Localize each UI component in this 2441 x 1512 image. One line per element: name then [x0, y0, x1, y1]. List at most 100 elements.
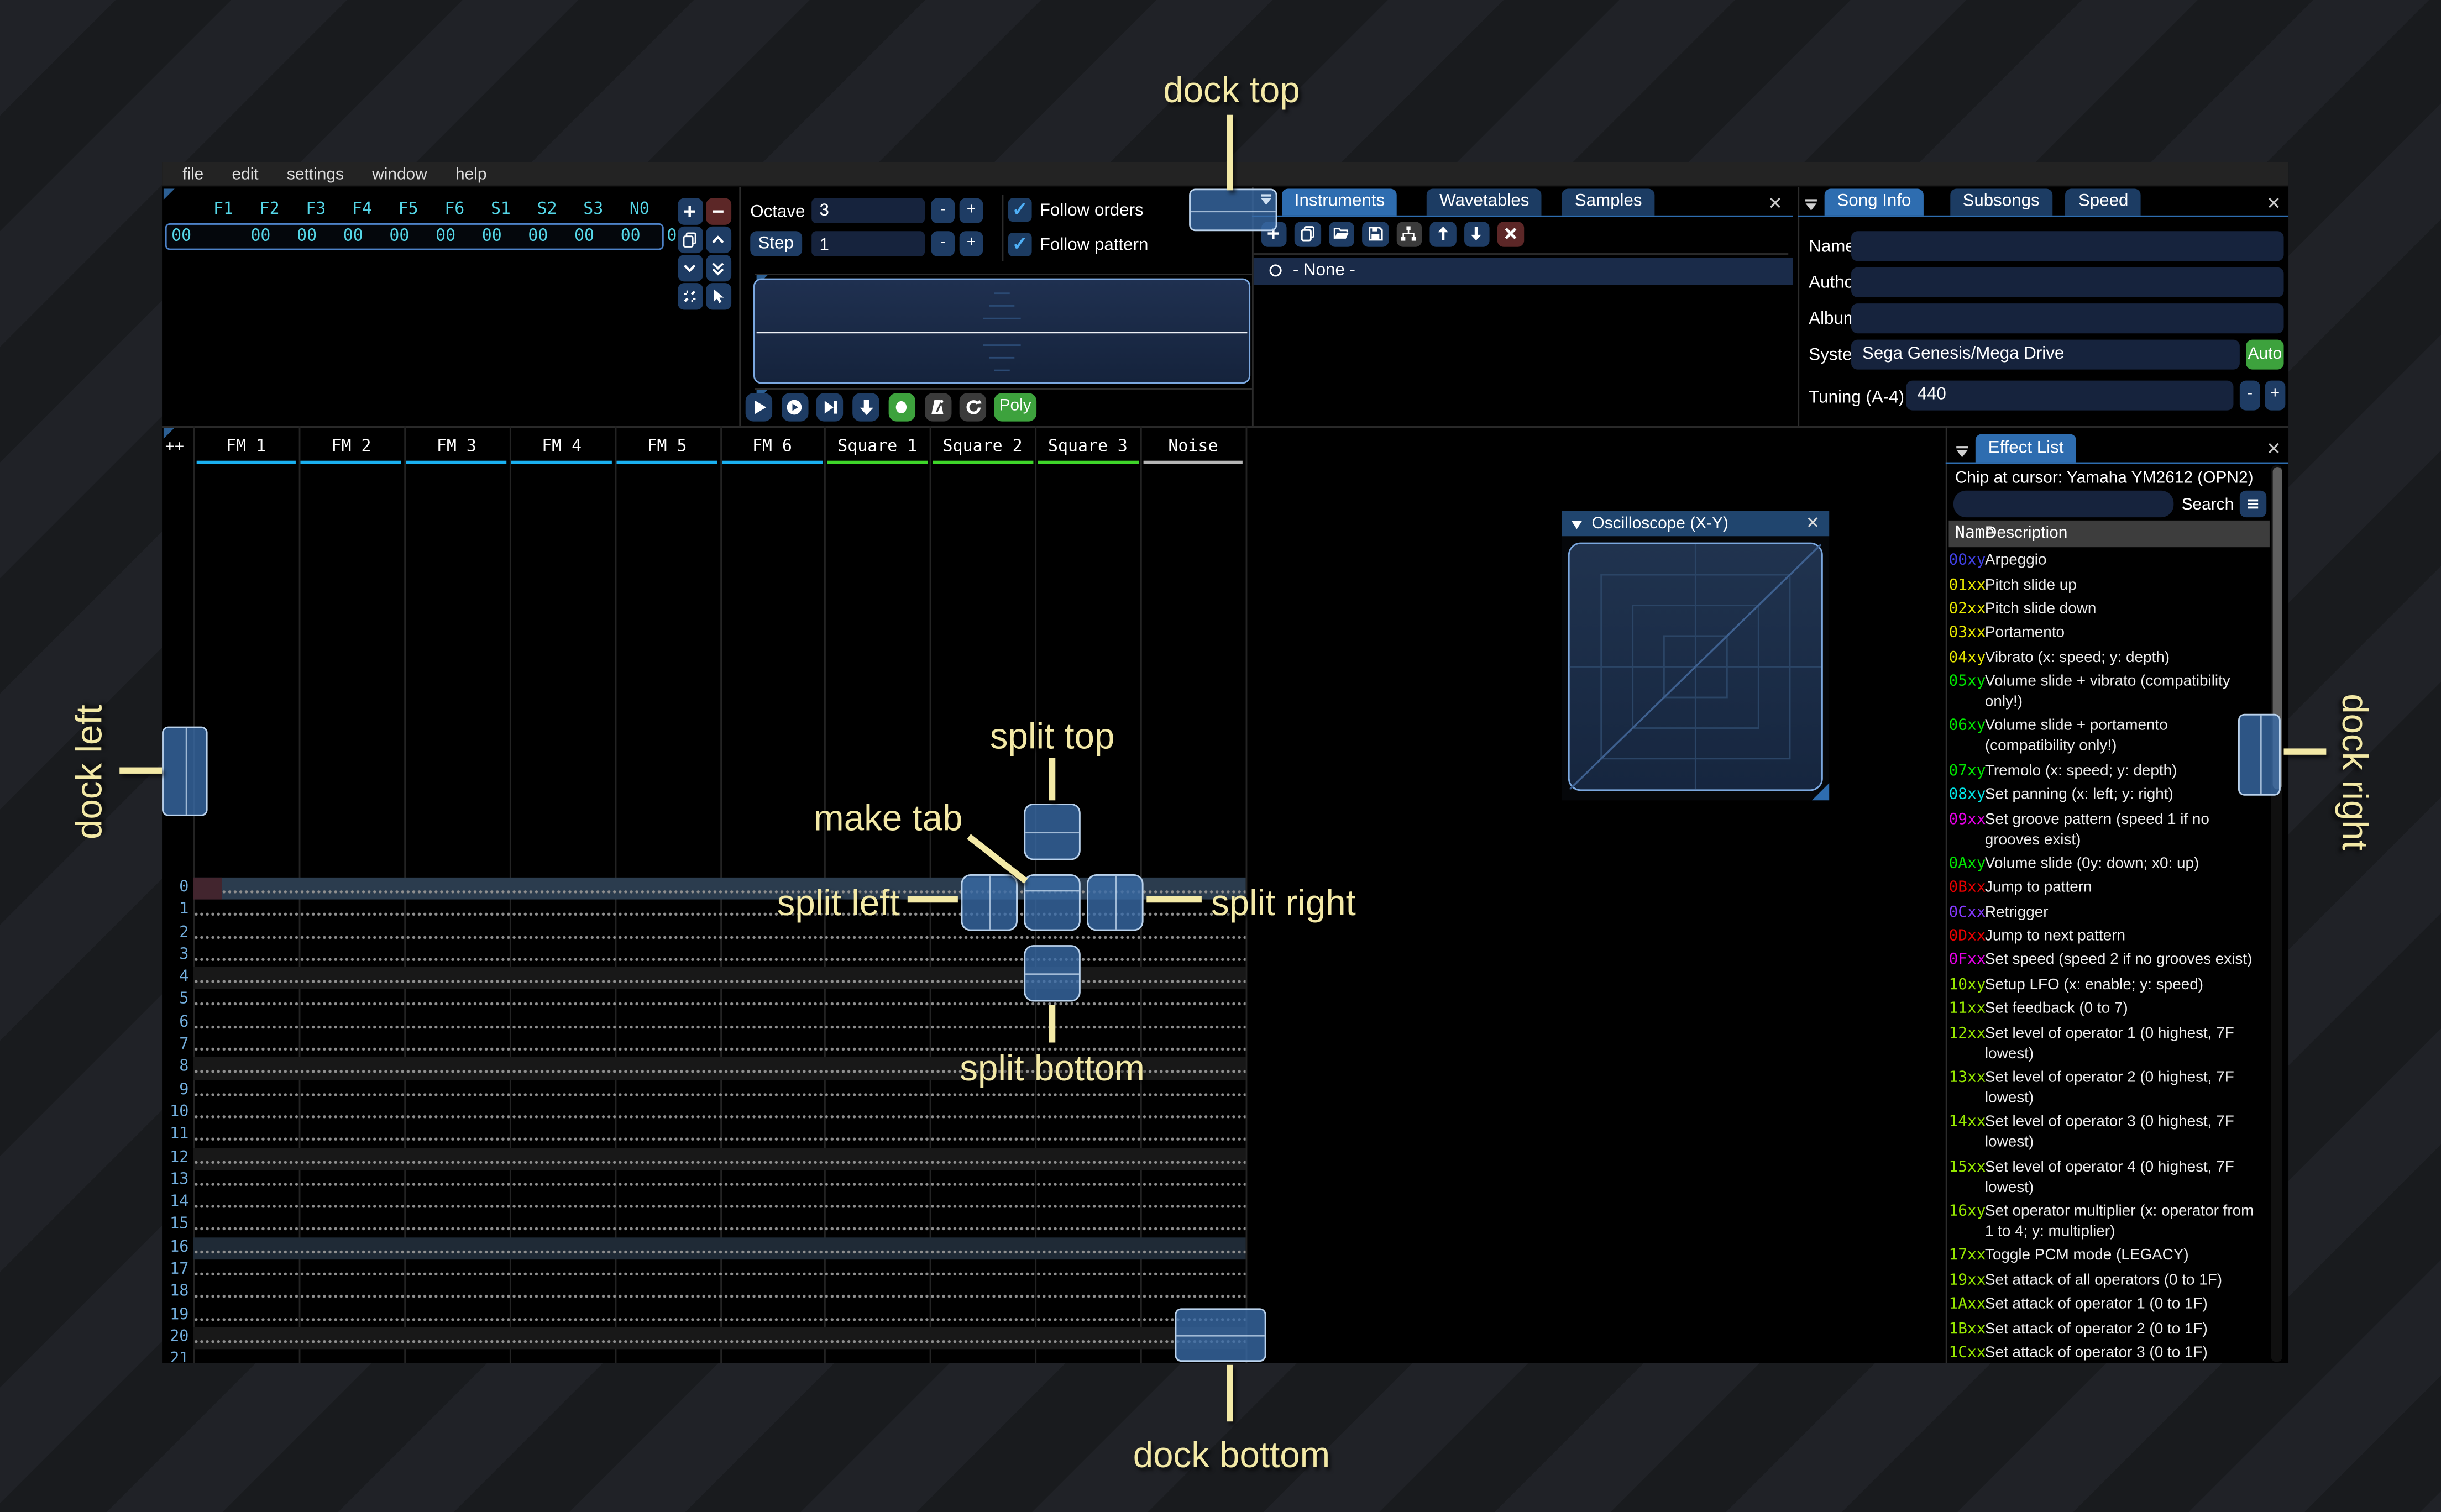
order-cell[interactable]: 00 — [607, 227, 654, 245]
metronome-button[interactable] — [924, 393, 951, 422]
system-auto-button[interactable]: Auto — [2246, 339, 2284, 369]
effect-row-02xx[interactable]: 02xx Pitch slide down — [1948, 597, 2272, 622]
cursor-button[interactable] — [705, 283, 732, 309]
effect-row-12xx[interactable]: 12xx Set level of operator 1 (0 highest, … — [1948, 1021, 2272, 1066]
effect-list-menu-button[interactable] — [2239, 490, 2267, 518]
octave-increase-button[interactable]: + — [959, 197, 983, 223]
follow-pattern-checkbox[interactable]: ✓ — [1008, 232, 1032, 256]
channel-header-fm-2[interactable]: FM 2 — [298, 437, 404, 456]
order-row[interactable]: 00 00 00 00 00 00 00 00 00 00 00 — [165, 222, 687, 249]
author-input[interactable] — [1851, 266, 2284, 297]
pattern-row-0[interactable]: 0 — [162, 877, 1246, 900]
chevron-down-button[interactable] — [677, 254, 703, 281]
pattern-row-3[interactable]: 3 — [162, 944, 1246, 968]
pattern-row-11[interactable]: 11 — [162, 1125, 1246, 1147]
channel-header-square-2[interactable]: Square 2 — [930, 437, 1035, 456]
unlink-button[interactable] — [677, 283, 703, 309]
pattern-row-17[interactable]: 17 — [162, 1259, 1246, 1282]
add-channel-button[interactable]: ++ — [165, 439, 184, 456]
order-cell[interactable]: 00 — [422, 227, 469, 245]
step-input[interactable]: 1 — [811, 231, 925, 256]
pattern-rows[interactable]: 0 1 2 3 4 5 6 7 8 9 10 11 12 13 14 15 16 17 18 19 20 21 — [162, 877, 1246, 1363]
tree-button[interactable] — [1396, 221, 1422, 247]
row-cells[interactable] — [193, 1327, 1246, 1350]
row-cells[interactable] — [193, 1169, 1246, 1193]
row-cells[interactable] — [193, 1012, 1246, 1035]
row-cells[interactable] — [193, 1214, 1246, 1237]
dock-left-target[interactable] — [162, 726, 208, 816]
folder-open-button[interactable] — [1328, 221, 1354, 247]
effect-row-15xx[interactable]: 15xx Set level of operator 4 (0 highest, … — [1948, 1155, 2272, 1200]
effect-row-0Dxx[interactable]: 0Dxx Jump to next pattern — [1948, 925, 2272, 949]
order-cell[interactable]: 00 — [515, 227, 562, 245]
row-cells[interactable] — [193, 1282, 1246, 1305]
effect-table[interactable]: 00xy Arpeggio 01xx Pitch slide up 02xx Pitch … — [1948, 549, 2272, 1362]
effect-row-03xx[interactable]: 03xx Portamento — [1948, 621, 2272, 645]
play-button[interactable] — [745, 393, 773, 422]
polyphony-toggle-button[interactable]: Poly — [994, 393, 1037, 422]
effect-row-0Fxx[interactable]: 0Fxx Set speed (speed 2 if no grooves exi… — [1948, 948, 2272, 973]
order-cell[interactable]: 00 — [468, 227, 515, 245]
play-pattern-button[interactable] — [781, 393, 808, 422]
channel-header-noise[interactable]: Noise — [1140, 437, 1245, 456]
menu-item-settings[interactable]: settings — [281, 164, 350, 183]
effect-row-07xy[interactable]: 07xy Tremolo (x: speed; y: depth) — [1948, 759, 2272, 783]
duplicate-button[interactable] — [677, 226, 703, 253]
song-info-collapse-icon[interactable] — [1803, 193, 1820, 211]
pattern-row-14[interactable]: 14 — [162, 1192, 1246, 1215]
effect-row-19xx[interactable]: 19xx Set attack of all operators (0 to 1F… — [1948, 1268, 2272, 1293]
chevron-double-down-button[interactable] — [705, 254, 732, 281]
effect-row-0Bxx[interactable]: 0Bxx Jump to pattern — [1948, 876, 2272, 900]
step-button[interactable]: Step — [750, 231, 802, 256]
order-cell[interactable]: 00 — [561, 227, 607, 245]
arrow-up-button[interactable] — [1429, 221, 1456, 247]
dock-top-target[interactable] — [1189, 188, 1277, 232]
order-cell[interactable]: 00 — [283, 227, 330, 245]
channel-header-fm-5[interactable]: FM 5 — [614, 437, 719, 456]
step-row-button[interactable] — [816, 393, 844, 422]
pattern-row-4[interactable]: 4 — [162, 967, 1246, 990]
make-tab-target[interactable] — [1024, 874, 1081, 931]
step-decrease-button[interactable]: - — [931, 231, 955, 256]
row-cells[interactable] — [193, 1192, 1246, 1215]
tuning-increase-button[interactable]: + — [2265, 380, 2286, 411]
effect-row-01xx[interactable]: 01xx Pitch slide up — [1948, 573, 2272, 597]
arrow-down-button[interactable] — [1463, 221, 1490, 247]
tab-instruments[interactable]: Instruments — [1282, 188, 1398, 216]
effect-row-11xx[interactable]: 11xx Set feedback (0 to 7) — [1948, 997, 2272, 1021]
chevron-up-button[interactable] — [705, 226, 732, 253]
effect-list-collapse-icon[interactable] — [1953, 440, 1971, 458]
system-input[interactable]: Sega Genesis/Mega Drive — [1851, 339, 2240, 369]
pattern-row-21[interactable]: 21 — [162, 1350, 1246, 1363]
effect-row-13xx[interactable]: 13xx Set level of operator 2 (0 highest, … — [1948, 1065, 2272, 1110]
octave-input[interactable]: 3 — [811, 197, 925, 223]
tuning-input[interactable]: 440 — [1906, 380, 2234, 411]
row-cells[interactable] — [193, 944, 1246, 968]
row-cells[interactable] — [193, 1304, 1246, 1327]
order-cell[interactable]: 00 — [237, 227, 284, 245]
instrument-list-item[interactable]: - None - — [1253, 258, 1793, 284]
pattern-cursor-cell[interactable] — [193, 877, 222, 900]
dock-bottom-target[interactable] — [1175, 1308, 1266, 1362]
channel-header-fm-1[interactable]: FM 1 — [193, 437, 298, 456]
effect-row-09xx[interactable]: 09xx Set groove pattern (speed 1 if no gr… — [1948, 807, 2272, 852]
follow-orders-checkbox[interactable]: ✓ — [1008, 198, 1032, 222]
row-cells[interactable] — [193, 1102, 1246, 1125]
delete-button[interactable] — [1497, 221, 1523, 247]
tab-speed[interactable]: Speed — [2066, 188, 2141, 216]
pattern-row-19[interactable]: 19 — [162, 1304, 1246, 1327]
plus-button[interactable] — [677, 198, 703, 224]
row-cells[interactable] — [193, 1259, 1246, 1282]
tab-song-info[interactable]: Song Info — [1824, 188, 1924, 216]
effect-list-scrollbar[interactable] — [2271, 465, 2282, 1362]
effect-row-1Bxx[interactable]: 1Bxx Set attack of operator 2 (0 to 1F) — [1948, 1317, 2272, 1341]
effect-row-16xy[interactable]: 16xy Set operator multiplier (x: operator… — [1948, 1200, 2272, 1245]
tab-samples[interactable]: Samples — [1562, 188, 1655, 216]
repeat-button[interactable] — [960, 393, 987, 422]
effect-row-04xy[interactable]: 04xy Vibrato (x: speed; y: depth) — [1948, 645, 2272, 670]
split-top-target[interactable] — [1024, 803, 1081, 860]
pattern-row-15[interactable]: 15 — [162, 1214, 1246, 1237]
pattern-row-13[interactable]: 13 — [162, 1169, 1246, 1193]
row-cells[interactable] — [193, 1237, 1246, 1260]
split-bottom-target[interactable] — [1024, 945, 1081, 1002]
